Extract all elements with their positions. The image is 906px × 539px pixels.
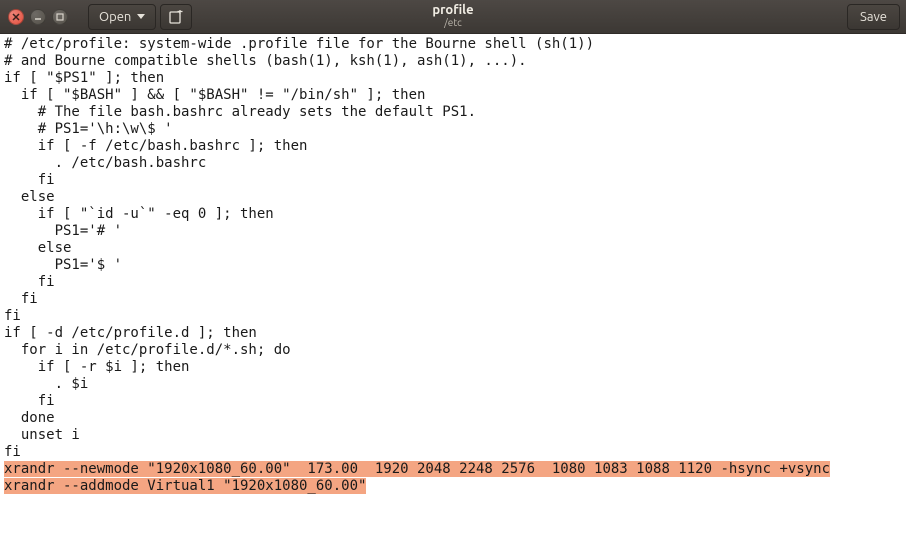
code-line: for i in /etc/profile.d/*.sh; do: [4, 342, 902, 359]
code-line-highlighted: xrandr --newmode "1920x1080_60.00" 173.0…: [4, 461, 902, 478]
open-button[interactable]: Open: [88, 4, 156, 30]
code-line: fi: [4, 291, 902, 308]
close-button[interactable]: [8, 9, 24, 25]
code-line: else: [4, 240, 902, 257]
code-line: if [ -d /etc/profile.d ]; then: [4, 325, 902, 342]
code-line: PS1='$ ': [4, 257, 902, 274]
code-line: if [ -f /etc/bash.bashrc ]; then: [4, 138, 902, 155]
code-line: fi: [4, 274, 902, 291]
code-line: else: [4, 189, 902, 206]
code-line: if [ "$BASH" ] && [ "$BASH" != "/bin/sh"…: [4, 87, 902, 104]
code-line: . /etc/bash.bashrc: [4, 155, 902, 172]
save-button[interactable]: Save: [847, 4, 900, 30]
code-line: done: [4, 410, 902, 427]
editor-textarea[interactable]: # /etc/profile: system-wide .profile fil…: [0, 34, 906, 539]
code-line: . $i: [4, 376, 902, 393]
code-line: if [ "`id -u`" -eq 0 ]; then: [4, 206, 902, 223]
open-button-label: Open: [99, 10, 131, 24]
code-line: PS1='# ': [4, 223, 902, 240]
window-controls: [0, 9, 76, 25]
code-line: unset i: [4, 427, 902, 444]
title-area: profile /etc: [432, 4, 473, 28]
code-line: if [ -r $i ]; then: [4, 359, 902, 376]
code-line: fi: [4, 393, 902, 410]
code-line: fi: [4, 172, 902, 189]
window-subtitle: /etc: [432, 18, 473, 29]
window-title: profile: [432, 4, 473, 18]
code-line: # The file bash.bashrc already sets the …: [4, 104, 902, 121]
toolbar-left: Open: [88, 4, 192, 30]
titlebar: Open profile /etc Save: [0, 0, 906, 34]
code-line: fi: [4, 444, 902, 461]
new-tab-button[interactable]: [160, 4, 192, 30]
code-line: # and Bourne compatible shells (bash(1),…: [4, 53, 902, 70]
maximize-button[interactable]: [52, 9, 68, 25]
save-button-label: Save: [860, 10, 887, 24]
code-line-highlighted: xrandr --addmode Virtual1 "1920x1080_60.…: [4, 478, 902, 495]
code-line: if [ "$PS1" ]; then: [4, 70, 902, 87]
code-line: # /etc/profile: system-wide .profile fil…: [4, 36, 902, 53]
minimize-button[interactable]: [30, 9, 46, 25]
code-line: fi: [4, 308, 902, 325]
chevron-down-icon: [137, 14, 145, 19]
code-line: # PS1='\h:\w\$ ': [4, 121, 902, 138]
